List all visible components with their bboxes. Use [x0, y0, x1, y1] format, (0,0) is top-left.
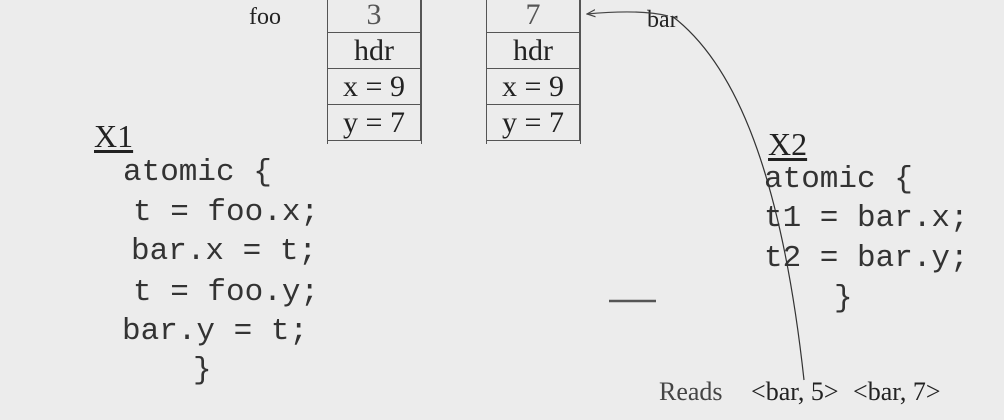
- diagram-connectors: [0, 0, 805, 381]
- bar-pointer-arrow: [587, 12, 669, 16]
- bar-reference-curve: [671, 15, 805, 381]
